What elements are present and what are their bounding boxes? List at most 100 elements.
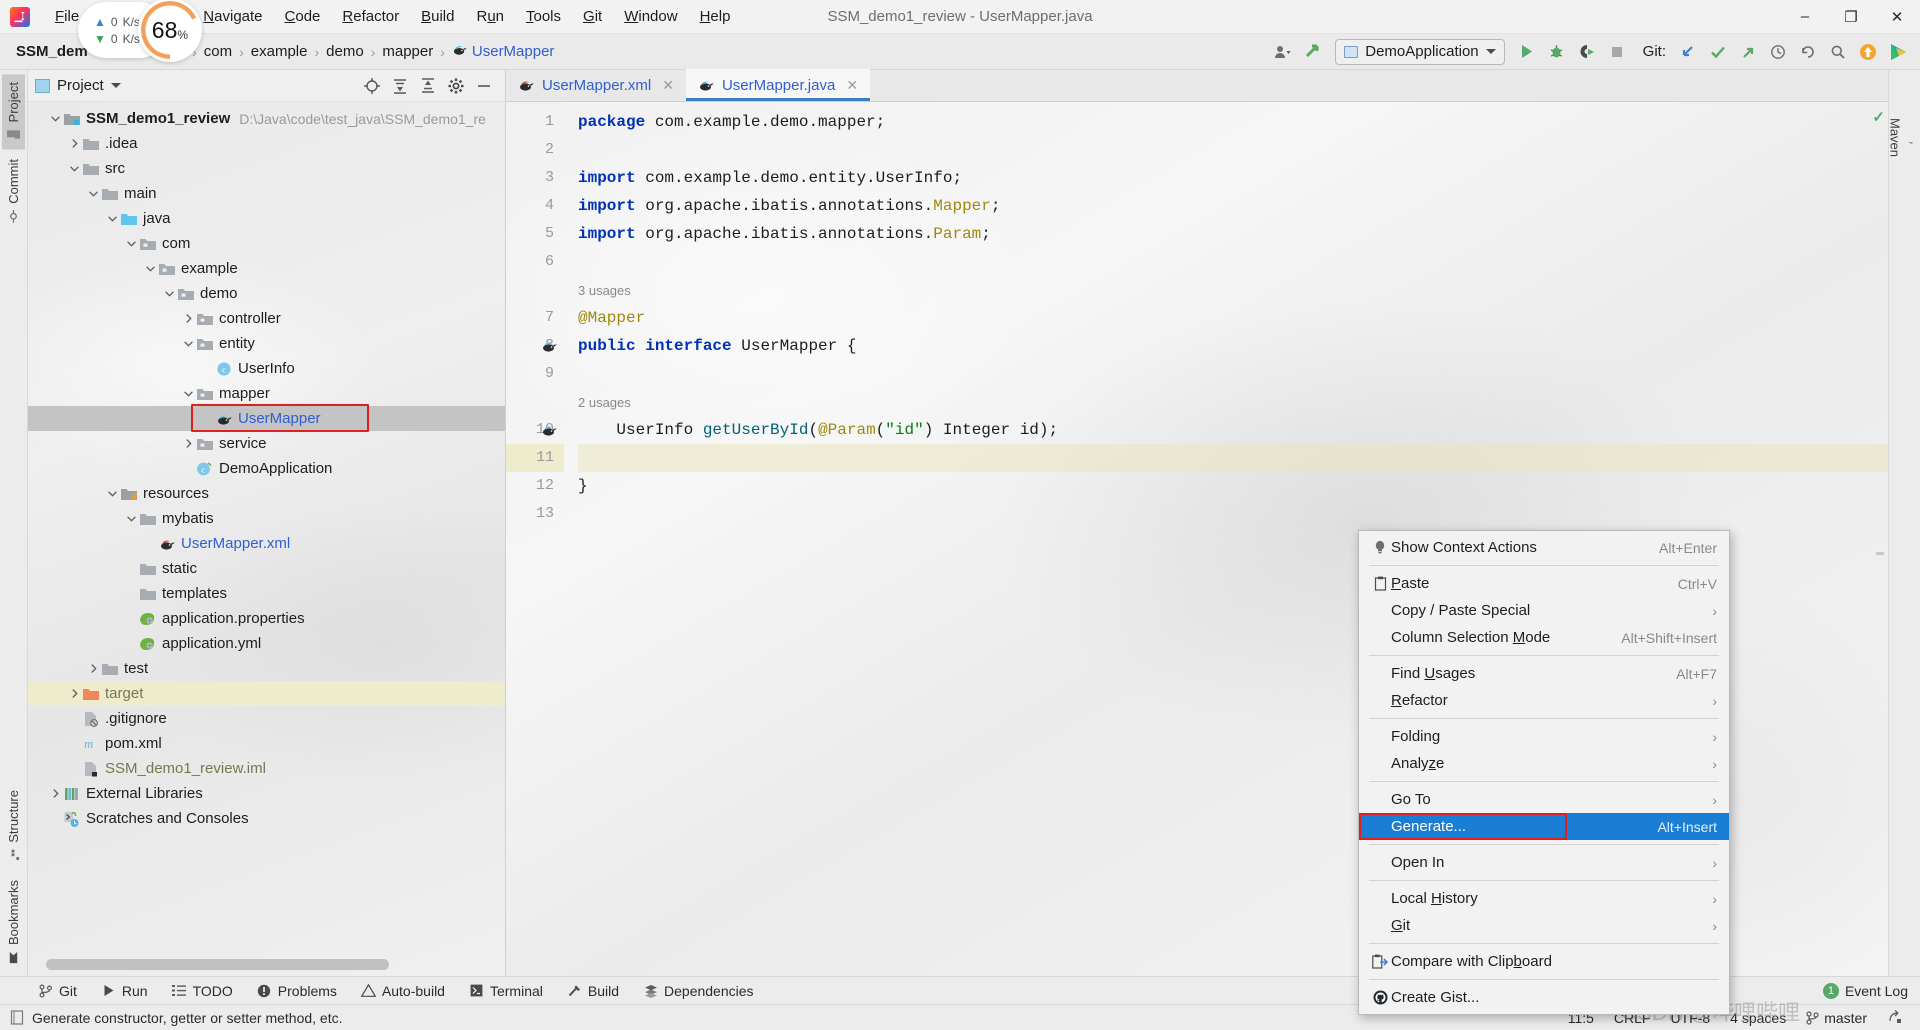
rollback-icon[interactable] — [1794, 39, 1822, 65]
context-menu-item-git[interactable]: Git › — [1359, 912, 1729, 939]
maximize-button[interactable]: ❐ — [1828, 0, 1874, 34]
gutter-line-10[interactable]: 10 — [506, 416, 564, 444]
toolbox-icon[interactable] — [1884, 39, 1912, 65]
tree-node-pom-xml[interactable]: m pom.xml — [28, 731, 505, 756]
gutter-line-7[interactable]: 7 — [506, 304, 564, 332]
gutter-line-13[interactable]: 13 — [506, 500, 564, 528]
tree-node-static[interactable]: static — [28, 556, 505, 581]
chevron-right-icon[interactable] — [67, 136, 82, 151]
close-icon[interactable]: ✕ — [846, 77, 858, 94]
gutter-line-6[interactable]: 6 — [506, 248, 564, 276]
code-line-4[interactable]: import org.apache.ibatis.annotations.Map… — [578, 192, 1888, 220]
indent-setting[interactable]: 4 spaces — [1730, 1010, 1786, 1026]
search-icon[interactable] — [1299, 39, 1327, 65]
code-line-12[interactable]: } — [578, 472, 1888, 500]
tree-node-application-properties[interactable]: application.properties — [28, 606, 505, 631]
context-menu-item-column-selection-mode[interactable]: Column Selection Mode Alt+Shift+Insert — [1359, 624, 1729, 651]
tree-node-templates[interactable]: templates — [28, 581, 505, 606]
event-log-button[interactable]: Event Log — [1845, 983, 1908, 999]
gutter-line-4[interactable]: 4 — [506, 192, 564, 220]
notifications-icon[interactable] — [1887, 1009, 1902, 1027]
gutter-line-2[interactable]: 2 — [506, 136, 564, 164]
editor-tab-usermapper-xml[interactable]: UserMapper.xml ✕ — [506, 69, 686, 101]
tool-window-problems[interactable]: Problems — [247, 980, 347, 1002]
tree-node-main[interactable]: main — [28, 181, 505, 206]
tree-node-ssm-demo1-review-iml[interactable]: SSM_demo1_review.iml — [28, 756, 505, 781]
usage-hint[interactable]: 2 usages — [578, 388, 1888, 416]
code-line-10[interactable]: UserInfo getUserById(@Param("id") Intege… — [578, 416, 1888, 444]
tree-node-controller[interactable]: controller — [28, 306, 505, 331]
collapse-all-icon[interactable] — [418, 76, 438, 96]
git-branch-widget[interactable]: master — [1806, 1010, 1867, 1026]
tree-node-target[interactable]: target — [28, 681, 505, 706]
chevron-right-icon[interactable] — [181, 311, 196, 326]
code-line-13[interactable] — [578, 500, 1888, 528]
tree-node-external-libraries[interactable]: External Libraries — [28, 781, 505, 806]
history-icon[interactable] — [1764, 39, 1792, 65]
context-menu-item-copy-paste-special[interactable]: Copy / Paste Special › — [1359, 597, 1729, 624]
tree-node-java[interactable]: java — [28, 206, 505, 231]
tree-node-test[interactable]: test — [28, 656, 505, 681]
chevron-down-icon[interactable] — [105, 211, 120, 226]
run-with-coverage-button[interactable] — [1573, 39, 1601, 65]
gutter-line-1[interactable]: 1 — [506, 108, 564, 136]
context-menu-item-find-usages[interactable]: Find Usages Alt+F7 — [1359, 660, 1729, 687]
git-push-icon[interactable] — [1734, 39, 1762, 65]
editor-gutter[interactable]: 123456 789 10111213 — [506, 102, 564, 976]
tree-node-demoapplication[interactable]: c DemoApplication — [28, 456, 505, 481]
breadcrumb-item-usermapper[interactable]: UserMapper — [446, 40, 561, 63]
chevron-right-icon[interactable] — [48, 786, 63, 801]
tree-node-demo[interactable]: demo — [28, 281, 505, 306]
tree-node-mapper[interactable]: mapper — [28, 381, 505, 406]
tree-node--gitignore[interactable]: .gitignore — [28, 706, 505, 731]
tool-window-build[interactable]: Build — [557, 980, 629, 1002]
expand-all-icon[interactable] — [390, 76, 410, 96]
tool-window-auto-build[interactable]: Auto-build — [351, 980, 455, 1002]
gutter-line-8[interactable]: 8 — [506, 332, 564, 360]
chevron-down-icon[interactable] — [105, 486, 120, 501]
code-line-5[interactable]: import org.apache.ibatis.annotations.Par… — [578, 220, 1888, 248]
chevron-down-icon[interactable] — [181, 386, 196, 401]
menu-window[interactable]: Window — [613, 5, 688, 28]
mybatis-java-gutter-icon[interactable] — [540, 421, 557, 438]
gutter-line-5[interactable]: 5 — [506, 220, 564, 248]
run-configuration-selector[interactable]: DemoApplication — [1335, 38, 1505, 65]
code-line-1[interactable]: package com.example.demo.mapper; — [578, 108, 1888, 136]
chevron-right-icon[interactable] — [181, 436, 196, 451]
tree-node-usermapper[interactable]: UserMapper — [28, 406, 505, 431]
menu-run[interactable]: Run — [465, 5, 515, 28]
gutter-line-9[interactable]: 9 — [506, 360, 564, 388]
chevron-down-icon[interactable] — [86, 186, 101, 201]
code-line-2[interactable] — [578, 136, 1888, 164]
tool-window-todo[interactable]: TODO — [162, 980, 243, 1002]
tree-node--idea[interactable]: .idea — [28, 131, 505, 156]
context-menu-item-open-in[interactable]: Open In › — [1359, 849, 1729, 876]
locate-icon[interactable] — [362, 76, 382, 96]
chevron-down-icon[interactable] — [48, 111, 63, 126]
chevron-right-icon[interactable] — [86, 661, 101, 676]
breadcrumb-item-example[interactable]: example — [245, 41, 314, 62]
code-line-11[interactable] — [578, 444, 1888, 472]
context-menu-item-paste[interactable]: Paste Ctrl+V — [1359, 570, 1729, 597]
tool-window-dependencies[interactable]: Dependencies — [633, 980, 764, 1002]
usage-hint[interactable]: 3 usages — [578, 276, 1888, 304]
tree-node-com[interactable]: com — [28, 231, 505, 256]
context-menu-item-compare-with-clipboard[interactable]: Compare with Clipboard — [1359, 948, 1729, 975]
menu-build[interactable]: Build — [410, 5, 465, 28]
context-menu-item-local-history[interactable]: Local History › — [1359, 885, 1729, 912]
gutter-line-12[interactable]: 12 — [506, 472, 564, 500]
updates-icon[interactable] — [1854, 39, 1882, 65]
tool-window-git[interactable]: Git — [28, 980, 87, 1002]
menu-help[interactable]: Help — [689, 5, 742, 28]
code-editor[interactable]: 123456 789 10111213 package com.example.… — [506, 102, 1888, 1015]
minimize-button[interactable]: – — [1782, 0, 1828, 34]
code-line-3[interactable]: import com.example.demo.entity.UserInfo; — [578, 164, 1888, 192]
run-button[interactable] — [1513, 39, 1541, 65]
code-line-6[interactable] — [578, 248, 1888, 276]
close-icon[interactable]: ✕ — [662, 77, 674, 94]
tree-node-src[interactable]: src — [28, 156, 505, 181]
chevron-down-icon[interactable] — [124, 511, 139, 526]
chevron-down-icon[interactable] — [181, 336, 196, 351]
tree-node-resources[interactable]: resources — [28, 481, 505, 506]
tree-node-mybatis[interactable]: mybatis — [28, 506, 505, 531]
